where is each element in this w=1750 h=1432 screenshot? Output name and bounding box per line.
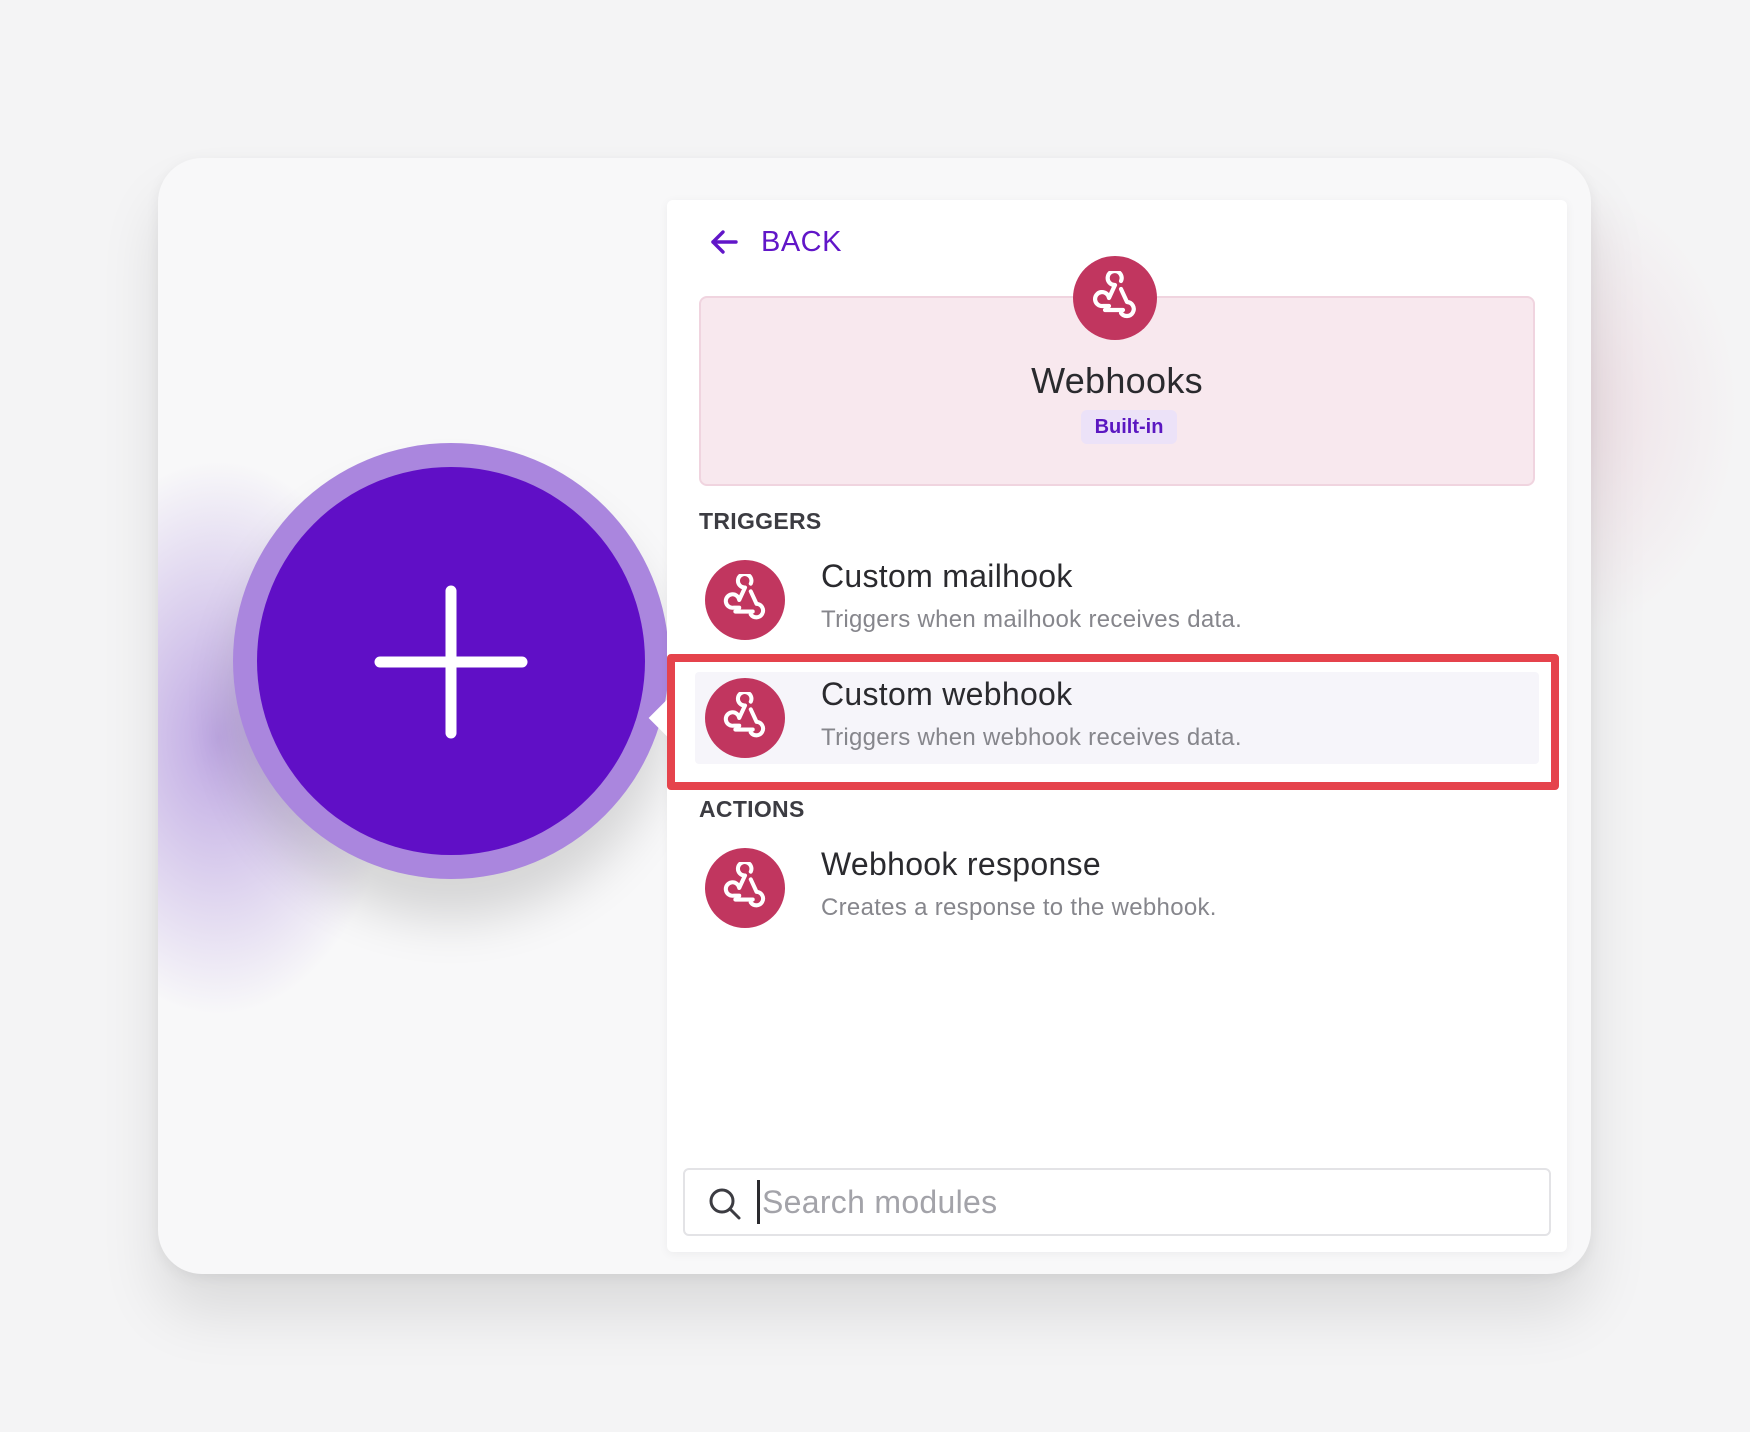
module-icon — [705, 678, 785, 758]
webhook-icon — [1093, 271, 1136, 319]
module-icon — [705, 560, 785, 640]
webhook-icon — [723, 692, 766, 738]
arrow-left-icon — [711, 230, 738, 254]
built-in-badge: Built-in — [1081, 410, 1177, 444]
app-name: Webhooks — [1031, 360, 1203, 401]
back-label: BACK — [761, 225, 842, 258]
module-title: Custom mailhook — [821, 558, 1073, 594]
module-item-custom-mailhook[interactable]: Custom mailhook Triggers when mailhook r… — [695, 554, 1539, 646]
plus-icon — [374, 585, 528, 739]
module-picker-panel: BACK Webhooks Built-in TRIGGERS Custom m… — [648, 200, 1567, 1252]
webhook-icon — [723, 862, 766, 908]
module-description: Triggers when webhook receives data. — [821, 724, 1242, 751]
search-box — [683, 1168, 1551, 1236]
module-title: Webhook response — [821, 846, 1101, 882]
search-icon — [709, 1188, 741, 1220]
module-item-webhook-response[interactable]: Webhook response Creates a response to t… — [695, 842, 1539, 934]
actions-heading: ACTIONS — [699, 796, 805, 822]
module-icon — [705, 848, 785, 928]
back-button[interactable]: BACK — [709, 222, 842, 262]
module-description: Triggers when mailhook receives data. — [821, 606, 1243, 633]
add-module-button[interactable] — [233, 443, 669, 879]
app-logo — [1073, 256, 1157, 340]
search-input[interactable] — [757, 1180, 1527, 1224]
webhook-icon — [723, 574, 766, 620]
module-title: Custom webhook — [821, 676, 1073, 712]
triggers-heading: TRIGGERS — [699, 508, 822, 534]
module-description: Creates a response to the webhook. — [821, 894, 1217, 921]
module-item-custom-webhook[interactable]: Custom webhook Triggers when webhook rec… — [695, 672, 1539, 764]
editor-canvas: BACK Webhooks Built-in TRIGGERS Custom m… — [158, 158, 1591, 1274]
